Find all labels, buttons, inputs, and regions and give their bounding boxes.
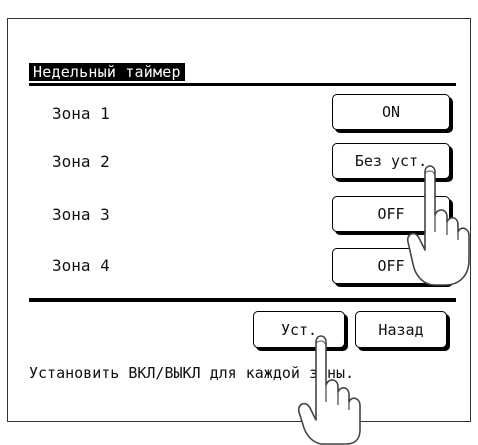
zone-3-label: Зона 3 bbox=[52, 205, 110, 224]
top-divider bbox=[29, 83, 456, 86]
zone-4-label: Зона 4 bbox=[52, 256, 110, 275]
zone-2-label: Зона 2 bbox=[52, 152, 110, 171]
back-button[interactable]: Назад bbox=[355, 311, 447, 348]
pointing-hand-icon bbox=[406, 165, 470, 286]
bottom-divider bbox=[29, 298, 456, 302]
zone-1-label: Зона 1 bbox=[52, 104, 110, 123]
pointing-hand-icon bbox=[297, 335, 361, 445]
zone-1-toggle-button[interactable]: ON bbox=[332, 94, 450, 130]
page-title: Недельный таймер bbox=[29, 63, 185, 81]
